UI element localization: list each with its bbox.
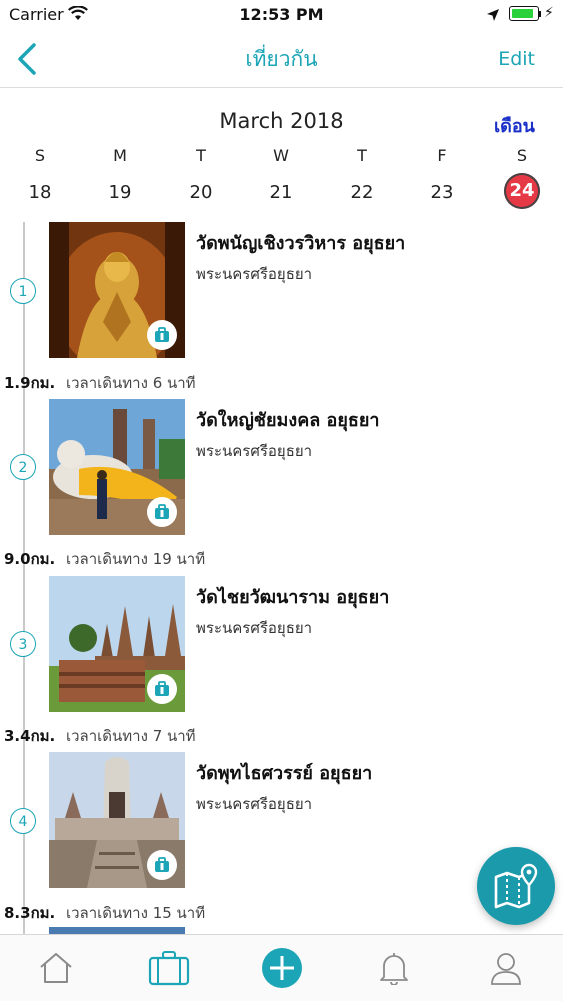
stop-number: 4 xyxy=(10,808,36,834)
map-pin-icon xyxy=(494,863,538,909)
leg-distance: 8.3กม. xyxy=(4,904,56,922)
calendar-day-selected[interactable]: 24 xyxy=(504,173,540,209)
month-view-toggle[interactable]: เดือน xyxy=(494,111,535,140)
battery-tip xyxy=(539,11,541,17)
leg-distance: 1.9กม. xyxy=(4,374,56,392)
weekday-fri: F xyxy=(437,146,447,165)
leg-travel-time: เวลาเดินทาง 19 นาที xyxy=(66,550,206,568)
stop-number: 2 xyxy=(10,454,36,480)
weekday-sat: S xyxy=(516,146,528,165)
tab-notifications[interactable] xyxy=(364,935,424,1001)
place-province: พระนครศรีอยุธยา xyxy=(196,265,313,283)
leg-travel-time: เวลาเดินทาง 6 นาที xyxy=(66,374,196,392)
tab-bar xyxy=(0,934,563,1001)
place-name[interactable]: วัดใหญ่ชัยมงคล อยุธยา xyxy=(196,405,380,434)
user-icon xyxy=(491,953,521,985)
location-arrow-icon xyxy=(486,7,500,26)
edit-button[interactable]: Edit xyxy=(498,48,535,70)
place-image[interactable] xyxy=(49,399,185,535)
tab-add[interactable] xyxy=(252,935,312,1001)
charging-icon: ⚡ xyxy=(544,5,554,21)
weekday-tue: T xyxy=(196,146,206,165)
bell-icon xyxy=(380,953,408,985)
calendar-day[interactable]: 18 xyxy=(20,182,60,203)
weekday-mon: M xyxy=(113,146,127,165)
luggage-icon[interactable] xyxy=(147,674,177,704)
suitcase-icon xyxy=(148,951,190,986)
calendar-day[interactable]: 19 xyxy=(100,182,140,203)
tab-profile[interactable] xyxy=(476,935,536,1001)
place-image[interactable] xyxy=(49,222,185,358)
map-fab-button[interactable] xyxy=(477,847,555,925)
nav-bar: เที่ยวกัน Edit xyxy=(0,30,563,88)
tab-home[interactable] xyxy=(26,935,86,1001)
calendar-day[interactable]: 22 xyxy=(342,182,382,203)
leg-travel-time: เวลาเดินทาง 15 นาที xyxy=(66,904,206,922)
calendar-day[interactable]: 21 xyxy=(261,182,301,203)
place-image[interactable] xyxy=(49,576,185,712)
stop-number: 1 xyxy=(10,278,36,304)
calendar-day[interactable]: 20 xyxy=(181,182,221,203)
weekday-sun: S xyxy=(34,146,46,165)
leg-distance: 3.4กม. xyxy=(4,727,56,745)
weekday-wed: W xyxy=(273,146,289,165)
place-name[interactable]: วัดพุทไธศวรรย์ อยุธยา xyxy=(196,758,372,787)
place-province: พระนครศรีอยุธยา xyxy=(196,619,313,637)
home-icon xyxy=(40,953,72,983)
status-bar: Carrier 12:53 PM ⚡ xyxy=(0,0,563,30)
leg-travel-time: เวลาเดินทาง 7 นาที xyxy=(66,727,196,745)
place-name[interactable]: วัดไชยวัฒนาราม อยุธยา xyxy=(196,582,389,611)
calendar-month-label: March 2018 xyxy=(219,109,344,133)
place-image[interactable] xyxy=(49,752,185,888)
plus-circle-icon xyxy=(262,948,302,988)
place-name[interactable]: วัดพนัญเชิงวรวิหาร อยุธยา xyxy=(196,228,405,257)
luggage-icon[interactable] xyxy=(147,497,177,527)
weekday-thu: T xyxy=(357,146,367,165)
clock: 12:53 PM xyxy=(239,5,324,24)
place-province: พระนครศรีอยุธยา xyxy=(196,795,313,813)
calendar-day[interactable]: 23 xyxy=(422,182,462,203)
battery-icon xyxy=(509,6,539,21)
place-province: พระนครศรีอยุธยา xyxy=(196,442,313,460)
luggage-icon[interactable] xyxy=(147,320,177,350)
stop-number: 3 xyxy=(10,631,36,657)
page-title: เที่ยวกัน xyxy=(245,47,318,71)
leg-distance: 9.0กม. xyxy=(4,550,56,568)
tab-trips[interactable] xyxy=(139,935,199,1001)
luggage-icon[interactable] xyxy=(147,850,177,880)
